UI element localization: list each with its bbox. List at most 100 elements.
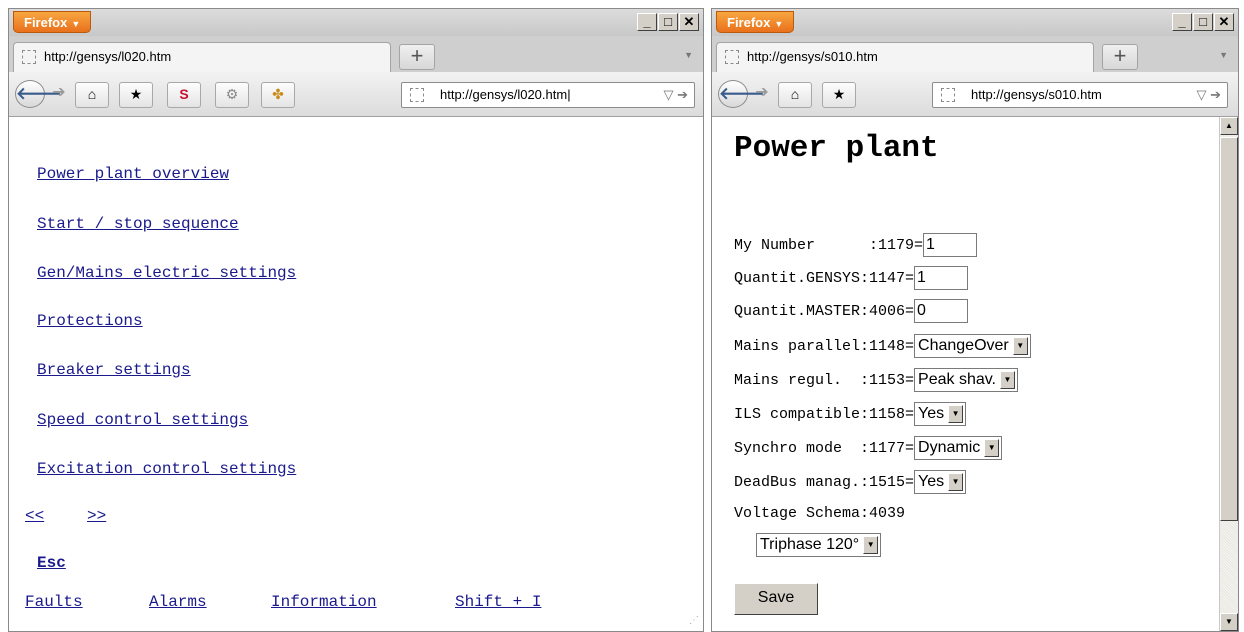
url-favicon-icon [941, 88, 955, 102]
field-row-voltage-select: Triphase 120° ▼ [756, 531, 882, 559]
select-value: Dynamic [918, 439, 981, 456]
dropdown-caret-icon: ▼ [71, 19, 81, 29]
field-label: DeadBus manag.:1515= [734, 473, 915, 491]
save-button[interactable]: Save [734, 583, 818, 615]
ils-compatible-select[interactable]: Yes ▼ [914, 402, 967, 426]
my-number-input[interactable] [923, 233, 978, 257]
link-information[interactable]: Information [271, 593, 377, 611]
select-value: Yes [918, 473, 945, 490]
go-arrow-icon[interactable]: ▽ ➔ [1196, 83, 1221, 107]
field-row-my-number: My Number :1179= [734, 231, 978, 259]
firefox-menu-label: Firefox [24, 15, 68, 30]
minimize-button[interactable]: _ [1172, 13, 1192, 31]
tab-title: http://gensys/s010.htm [747, 49, 878, 64]
dropdown-arrow-icon[interactable]: ▼ [1012, 337, 1028, 355]
url-text: http://gensys/s010.htm [971, 87, 1102, 102]
back-arrow-icon[interactable]: 🡐 [15, 80, 62, 108]
quantit-master-input[interactable] [914, 299, 969, 323]
mains-regul-select[interactable]: Peak shav. ▼ [914, 368, 1018, 392]
page-title: Power plant [734, 131, 939, 166]
list-all-tabs-icon[interactable]: ▼ [684, 50, 693, 60]
field-row-synchro-mode: Synchro mode :1177= Dynamic ▼ [734, 434, 1003, 462]
vertical-scrollbar[interactable]: ▲ ▼ [1219, 117, 1238, 631]
maximize-button[interactable]: □ [658, 13, 678, 31]
link-shift-i[interactable]: Shift + I [455, 593, 541, 611]
browser-window-right: Firefox ▼ _ □ ✕ http://gensys/s010.htm + … [711, 8, 1239, 632]
home-icon[interactable]: ⌂ [778, 82, 812, 108]
puzzle-addon-icon[interactable]: ✤ [261, 82, 295, 108]
field-label: Quantit.MASTER:4006= [734, 302, 915, 320]
link-alarms[interactable]: Alarms [149, 593, 207, 611]
link-previous-page[interactable]: << [25, 507, 44, 525]
url-favicon-icon [410, 88, 424, 102]
dropdown-arrow-icon[interactable]: ▼ [984, 439, 1000, 457]
link-gen-mains-electric-settings[interactable]: Gen/Mains electric settings [37, 264, 296, 282]
dropdown-arrow-icon[interactable]: ▼ [863, 536, 879, 554]
field-row-mains-parallel: Mains parallel:1148= ChangeOver ▼ [734, 332, 1031, 360]
go-arrow-icon[interactable]: ▽ ➔ [663, 83, 688, 107]
dropdown-arrow-icon[interactable]: ▼ [1000, 371, 1015, 389]
maximize-button[interactable]: □ [1193, 13, 1213, 31]
tab-active[interactable]: http://gensys/l020.htm [13, 42, 391, 72]
close-button[interactable]: ✕ [679, 13, 699, 31]
firefox-menu-button[interactable]: Firefox ▼ [13, 11, 92, 33]
select-value: Triphase 120° [760, 536, 860, 553]
window-controls: _ □ ✕ [1172, 13, 1234, 31]
link-protections[interactable]: Protections [37, 312, 143, 330]
scroll-up-icon[interactable]: ▲ [1220, 117, 1238, 135]
field-label: Quantit.GENSYS:1147= [734, 269, 915, 287]
bookmark-icon[interactable]: ★ [119, 82, 153, 108]
bookmark-icon[interactable]: ★ [822, 82, 856, 108]
scroll-down-icon[interactable]: ▼ [1220, 613, 1238, 631]
dropdown-arrow-icon[interactable]: ▼ [948, 473, 964, 491]
field-row-ils-compatible: ILS compatible:1158= Yes ▼ [734, 400, 967, 428]
window-controls: _ □ ✕ [637, 13, 699, 31]
firefox-menu-button[interactable]: Firefox ▼ [716, 11, 795, 33]
link-power-plant-overview[interactable]: Power plant overview [37, 165, 229, 183]
s-addon-icon[interactable]: S [167, 82, 201, 108]
field-row-quantit-master: Quantit.MASTER:4006= [734, 297, 969, 325]
browser-window-left: Firefox ▼ _ □ ✕ http://gensys/l020.htm + … [8, 8, 704, 632]
quantit-gensys-input[interactable] [914, 266, 969, 290]
url-bar[interactable]: http://gensys/s010.htm ▽ ➔ [932, 82, 1228, 108]
link-excitation-control-settings[interactable]: Excitation control settings [37, 460, 296, 478]
field-label: ILS compatible:1158= [734, 405, 915, 423]
field-label: Mains parallel:1148= [734, 337, 915, 355]
forward-arrow-icon[interactable]: ➔ [47, 82, 71, 106]
field-row-deadbus-manag: DeadBus manag.:1515= Yes ▼ [734, 468, 967, 496]
resize-grip-icon[interactable]: ⋰ [689, 615, 699, 627]
firefox-menu-label: Firefox [727, 15, 771, 30]
navigation-toolbar: 🡐 ➔ ⌂ ★ S ⚙ ✤ http://gensys/l020.htm| ▽ … [9, 72, 703, 117]
select-value: Peak shav. [918, 371, 996, 388]
home-icon[interactable]: ⌂ [75, 82, 109, 108]
tab-title: http://gensys/l020.htm [44, 49, 172, 64]
text-cursor: | [567, 87, 571, 102]
mains-parallel-select[interactable]: ChangeOver ▼ [914, 334, 1031, 358]
page-favicon-icon [22, 50, 36, 64]
url-text: http://gensys/l020.htm [440, 87, 568, 102]
field-label: Voltage Schema:4039 [734, 504, 906, 522]
scrollbar-thumb[interactable] [1220, 137, 1238, 521]
dropdown-arrow-icon[interactable]: ▼ [948, 405, 964, 423]
forward-arrow-icon[interactable]: ➔ [750, 82, 774, 106]
tab-active[interactable]: http://gensys/s010.htm [716, 42, 1094, 72]
page-content: Power plant overview Start / stop sequen… [9, 117, 703, 631]
new-tab-button[interactable]: + [1102, 44, 1138, 70]
synchro-mode-select[interactable]: Dynamic ▼ [914, 436, 1003, 460]
link-esc[interactable]: Esc [37, 554, 66, 572]
voltage-schema-select[interactable]: Triphase 120° ▼ [756, 533, 882, 557]
link-breaker-settings[interactable]: Breaker settings [37, 361, 191, 379]
list-all-tabs-icon[interactable]: ▼ [1219, 50, 1228, 60]
back-arrow-icon[interactable]: 🡐 [718, 80, 765, 108]
link-start-stop-sequence[interactable]: Start / stop sequence [37, 215, 239, 233]
link-faults[interactable]: Faults [25, 593, 83, 611]
tab-bar: http://gensys/l020.htm + ▼ [9, 36, 703, 72]
url-bar[interactable]: http://gensys/l020.htm| ▽ ➔ [401, 82, 695, 108]
link-next-page[interactable]: >> [87, 507, 106, 525]
new-tab-button[interactable]: + [399, 44, 435, 70]
close-button[interactable]: ✕ [1214, 13, 1234, 31]
minimize-button[interactable]: _ [637, 13, 657, 31]
gear-addon-icon[interactable]: ⚙ [215, 82, 249, 108]
deadbus-manag-select[interactable]: Yes ▼ [914, 470, 967, 494]
link-speed-control-settings[interactable]: Speed control settings [37, 411, 248, 429]
